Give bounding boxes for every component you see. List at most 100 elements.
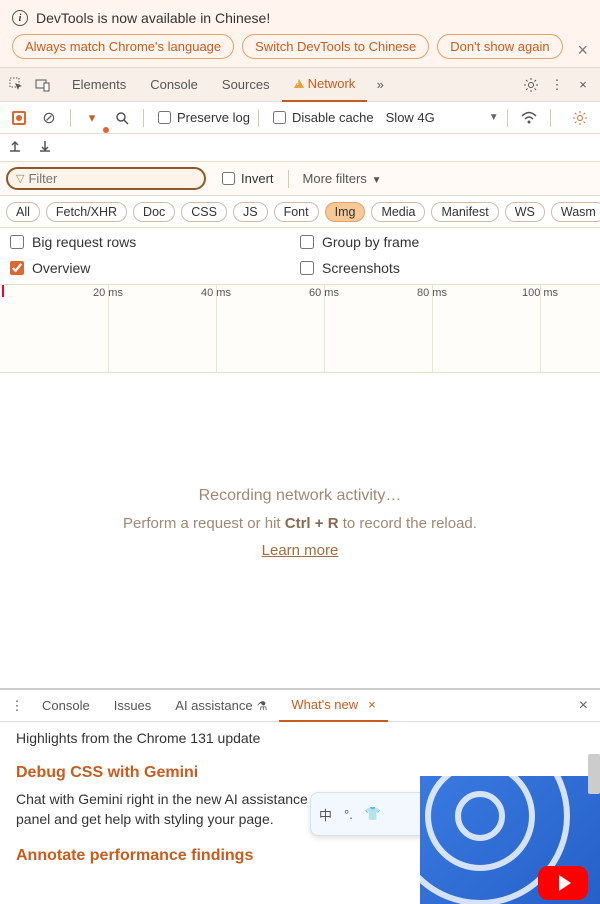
drawer-panel: ⋮ Console Issues AI assistance ⚗ What's … [0,688,600,904]
settings-icon[interactable] [518,72,544,98]
record-button[interactable] [6,105,32,131]
inspect-icon[interactable] [4,72,30,98]
close-devtools-icon[interactable]: × [570,72,596,98]
flask-icon: ⚗ [257,699,268,713]
type-filter-css[interactable]: CSS [181,202,227,222]
divider [258,109,259,127]
scrollbar[interactable] [588,754,600,794]
recording-text: Recording network activity… [199,487,402,505]
export-har-icon[interactable] [8,139,22,157]
filter-toggle-icon[interactable]: ▾ [79,105,105,131]
banner-title: DevTools is now available in Chinese! [36,10,270,26]
drawer-tab-whatsnew[interactable]: What's new × [279,690,387,722]
more-tabs-icon[interactable]: » [367,72,393,98]
tab-console[interactable]: Console [138,68,210,102]
drawer-tab-console[interactable]: Console [30,690,102,722]
type-filter-all[interactable]: All [6,202,40,222]
big-rows-checkbox[interactable]: Big request rows [10,234,300,250]
tick-label: 100 ms [522,287,558,299]
type-filter-wasm[interactable]: Wasm [551,202,600,222]
screenshots-label: Screenshots [322,260,400,276]
overview-label: Overview [32,260,90,276]
drawer-tabs: ⋮ Console Issues AI assistance ⚗ What's … [0,690,600,722]
clear-button[interactable]: ⊘ [36,105,62,131]
filter-input-wrap[interactable]: ▽ [6,167,206,190]
preserve-log-label: Preserve log [177,110,250,125]
drawer-kebab-icon[interactable]: ⋮ [4,693,30,719]
highlights-heading: Highlights from the Chrome 131 update [16,730,584,746]
tick-label: 20 ms [93,287,123,299]
drawer-tab-issues[interactable]: Issues [102,690,164,722]
preserve-log-checkbox[interactable]: Preserve log [158,110,250,125]
type-filter-media[interactable]: Media [371,202,425,222]
chevron-down-icon[interactable]: ▼ [489,112,499,123]
ime-icon[interactable]: 👕 [365,806,381,822]
learn-more-link[interactable]: Learn more [262,542,339,559]
big-rows-label: Big request rows [32,234,136,250]
import-har-icon[interactable] [38,139,52,157]
tab-sources[interactable]: Sources [210,68,282,102]
ime-dots[interactable]: °. [344,807,353,822]
tab-network-label: Network [308,76,356,91]
drawer-close-icon[interactable]: × [571,697,596,715]
video-thumbnail[interactable] [420,776,600,904]
network-controls: ⊘ ▾ Preserve log Disable cache Slow 4G ▼ [0,102,600,134]
main-toolbar: Elements Console Sources Network » ⋮ × [0,68,600,102]
hint-text: Perform a request or hit Ctrl + R to rec… [123,515,477,532]
empty-state: Recording network activity… Perform a re… [0,373,600,673]
type-filter-manifest[interactable]: Manifest [431,202,498,222]
more-filters-label: More filters [303,171,367,186]
close-tab-icon[interactable]: × [368,697,376,712]
filter-input[interactable] [28,171,196,186]
warning-icon [294,79,304,88]
network-settings-icon[interactable] [567,105,593,131]
disable-cache-checkbox[interactable]: Disable cache [273,110,374,125]
divider [288,170,289,188]
disable-cache-label: Disable cache [292,110,374,125]
network-conditions-icon[interactable] [516,105,542,131]
tick-label: 60 ms [309,287,339,299]
type-filter-ws[interactable]: WS [505,202,545,222]
tab-elements[interactable]: Elements [60,68,138,102]
device-toggle-icon[interactable] [30,72,56,98]
timeline-cursor [2,285,4,297]
type-filter-js[interactable]: JS [233,202,268,222]
network-options: Big request rows Group by frame Overview… [0,228,600,285]
screenshots-checkbox[interactable]: Screenshots [300,260,590,276]
youtube-play-icon[interactable] [538,866,588,900]
group-frame-checkbox[interactable]: Group by frame [300,234,590,250]
drawer-body: Highlights from the Chrome 131 update De… [0,722,600,904]
invert-checkbox[interactable]: Invert [222,171,274,186]
search-icon[interactable] [109,105,135,131]
kebab-icon[interactable]: ⋮ [544,72,570,98]
type-filter-img[interactable]: Img [325,202,366,222]
type-filter-font[interactable]: Font [274,202,319,222]
tab-network[interactable]: Network [282,68,368,102]
drawer-tab-whatsnew-label: What's new [291,697,358,712]
throttling-select[interactable]: Slow 4G [386,110,435,125]
group-frame-label: Group by frame [322,234,419,250]
filter-bar: ▽ Invert More filters ▼ [0,162,600,196]
drawer-tab-ai-label: AI assistance [175,698,252,713]
import-export-row [0,134,600,162]
funnel-icon: ▽ [16,172,24,185]
switch-language-button[interactable]: Switch DevTools to Chinese [242,34,429,59]
type-filter-doc[interactable]: Doc [133,202,175,222]
divider [507,109,508,127]
divider [550,109,551,127]
match-language-button[interactable]: Always match Chrome's language [12,34,234,59]
close-icon[interactable]: × [577,40,588,61]
dont-show-button[interactable]: Don't show again [437,34,562,59]
type-filter-fetchxhr[interactable]: Fetch/XHR [46,202,127,222]
more-filters-dropdown[interactable]: More filters ▼ [303,171,382,186]
divider [143,109,144,127]
tick-label: 40 ms [201,287,231,299]
overview-checkbox[interactable]: Overview [10,260,300,276]
tick-label: 80 ms [417,287,447,299]
timeline-overview[interactable]: 20 ms 40 ms 60 ms 80 ms 100 ms [0,285,600,373]
invert-label: Invert [241,171,274,186]
resource-type-filters: All Fetch/XHR Doc CSS JS Font ImgMedia Manifest… [0,196,600,228]
ime-lang[interactable]: 中 [319,805,332,824]
chevron-down-icon: ▼ [369,175,382,186]
drawer-tab-ai[interactable]: AI assistance ⚗ [163,690,279,722]
